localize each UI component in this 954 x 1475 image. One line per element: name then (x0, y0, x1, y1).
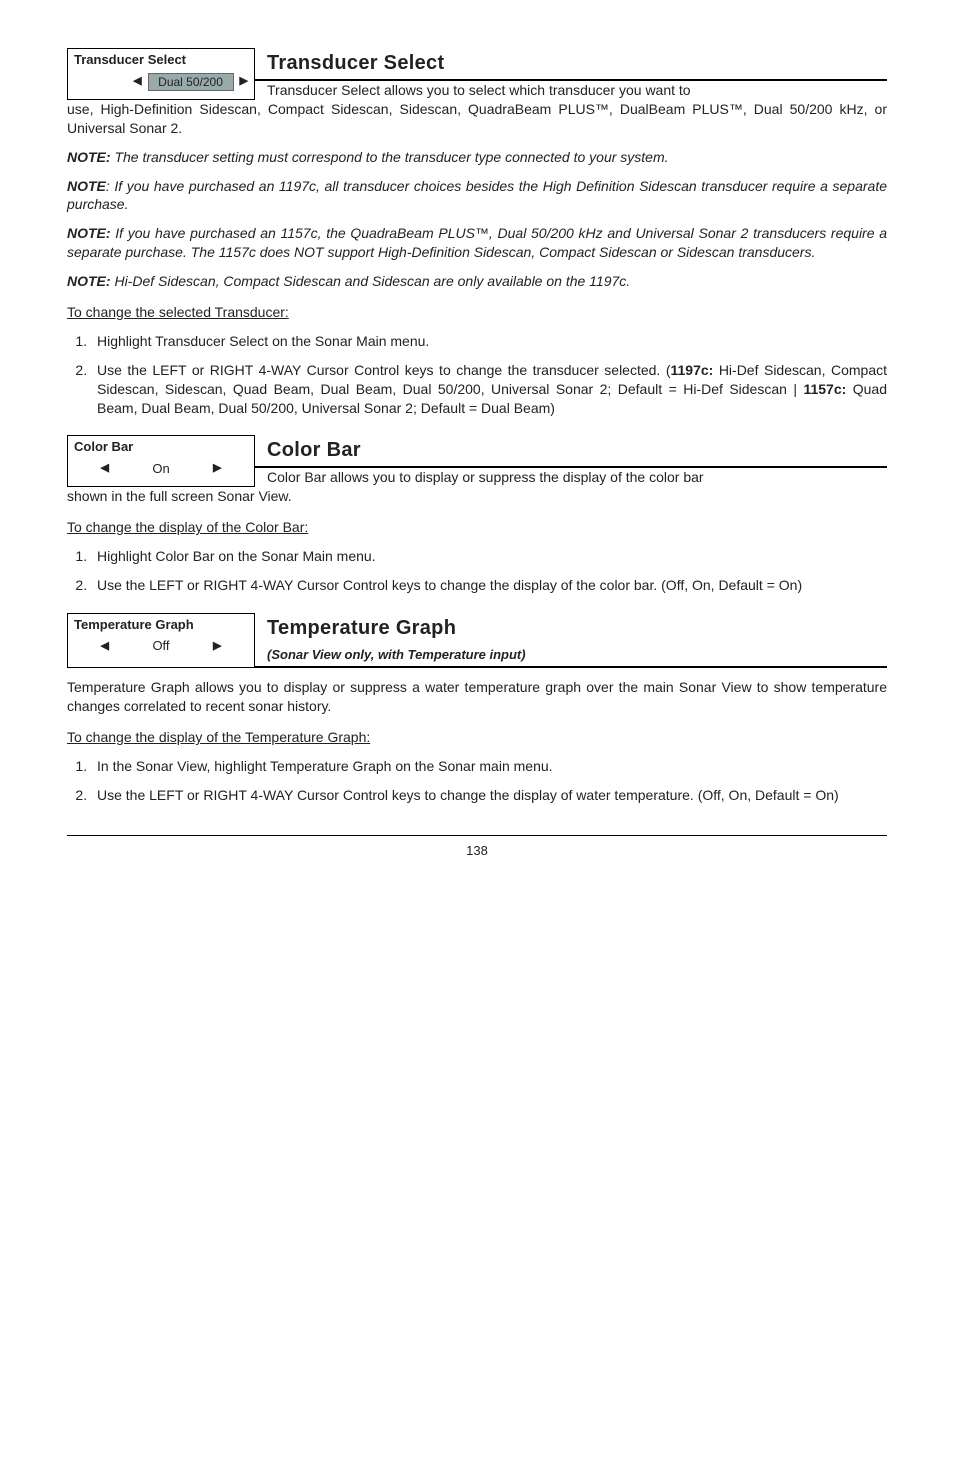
section-title: Color Bar (267, 437, 887, 464)
procedure-list: In the Sonar View, highlight Temperature… (67, 757, 887, 805)
section-header-tempgraph: Temperature Graph ◀ Off ▶ Temperature Gr… (67, 613, 887, 669)
setting-label: Transducer Select (68, 49, 254, 71)
note-text: NOTE: If you have purchased an 1157c, th… (67, 224, 887, 262)
procedure-heading: To change the display of the Temperature… (67, 728, 887, 747)
page-number: 138 (466, 843, 488, 858)
lead-fragment: Transducer Select allows you to select w… (255, 81, 887, 100)
setting-value: On (115, 460, 207, 478)
lead-fragment: Color Bar allows you to display or suppr… (255, 468, 887, 487)
lead-paragraph: use, High-Definition Sidescan, Compact S… (67, 100, 887, 138)
title-block: Color Bar Color Bar allows you to displa… (255, 435, 887, 487)
setting-value-row[interactable]: ◀ Off ▶ (68, 635, 254, 657)
procedure-list: Highlight Transducer Select on the Sonar… (67, 332, 887, 418)
page-footer: 138 (67, 835, 887, 860)
lead-paragraph: shown in the full screen Sonar View. (67, 487, 887, 506)
list-item: Highlight Color Bar on the Sonar Main me… (91, 547, 887, 566)
note-text: NOTE: Hi-Def Sidescan, Compact Sidescan … (67, 272, 887, 291)
title-block: Temperature Graph (Sonar View only, with… (255, 613, 887, 669)
note-text: NOTE: If you have purchased an 1197c, al… (67, 177, 887, 215)
list-item: Use the LEFT or RIGHT 4-WAY Cursor Contr… (91, 361, 887, 418)
list-item: In the Sonar View, highlight Temperature… (91, 757, 887, 776)
list-item: Highlight Transducer Select on the Sonar… (91, 332, 887, 351)
procedure-list: Highlight Color Bar on the Sonar Main me… (67, 547, 887, 595)
section-header-transducer: Transducer Select ◀ Dual 50/200 ▶ Transd… (67, 48, 887, 100)
arrow-left-icon[interactable]: ◀ (133, 76, 141, 87)
setting-label: Color Bar (68, 436, 254, 458)
setting-box-tempgraph: Temperature Graph ◀ Off ▶ (67, 613, 255, 669)
title-block: Transducer Select Transducer Select allo… (255, 48, 887, 100)
lead-rest-inline: allows you to select which transducer yo… (380, 82, 691, 98)
arrow-left-icon[interactable]: ◀ (101, 463, 109, 474)
procedure-heading: To change the display of the Color Bar: (67, 518, 887, 537)
arrow-right-icon[interactable]: ▶ (213, 641, 221, 652)
procedure-heading: To change the selected Transducer: (67, 303, 887, 322)
lead-paragraph: Temperature Graph allows you to display … (67, 678, 887, 716)
setting-value: Off (115, 637, 207, 655)
section-header-colorbar: Color Bar ◀ On ▶ Color Bar Color Bar all… (67, 435, 887, 487)
setting-label: Temperature Graph (68, 614, 254, 636)
list-item: Use the LEFT or RIGHT 4-WAY Cursor Contr… (91, 576, 887, 595)
arrow-right-icon[interactable]: ▶ (240, 76, 248, 87)
section-title: Transducer Select (267, 50, 887, 77)
title-rule: Color Bar (255, 435, 887, 468)
section-subtitle: (Sonar View only, with Temperature input… (255, 644, 887, 669)
section-title: Temperature Graph (267, 615, 887, 642)
setting-value: Dual 50/200 (148, 73, 234, 91)
arrow-left-icon[interactable]: ◀ (101, 641, 109, 652)
arrow-right-icon[interactable]: ▶ (213, 463, 221, 474)
lead-bold: Color Bar (267, 469, 326, 485)
setting-box-transducer: Transducer Select ◀ Dual 50/200 ▶ (67, 48, 255, 100)
note-text: NOTE: The transducer setting must corres… (67, 148, 887, 167)
setting-value-row[interactable]: ◀ On ▶ (68, 458, 254, 480)
setting-value-row[interactable]: ◀ Dual 50/200 ▶ (68, 71, 254, 93)
setting-box-colorbar: Color Bar ◀ On ▶ (67, 435, 255, 487)
title-rule: Transducer Select (255, 48, 887, 81)
list-item: Use the LEFT or RIGHT 4-WAY Cursor Contr… (91, 786, 887, 805)
title-rule: Temperature Graph (255, 613, 887, 644)
lead-bold: Transducer Select (267, 82, 380, 98)
lead-rest-inline: allows you to display or suppress the di… (326, 469, 703, 485)
